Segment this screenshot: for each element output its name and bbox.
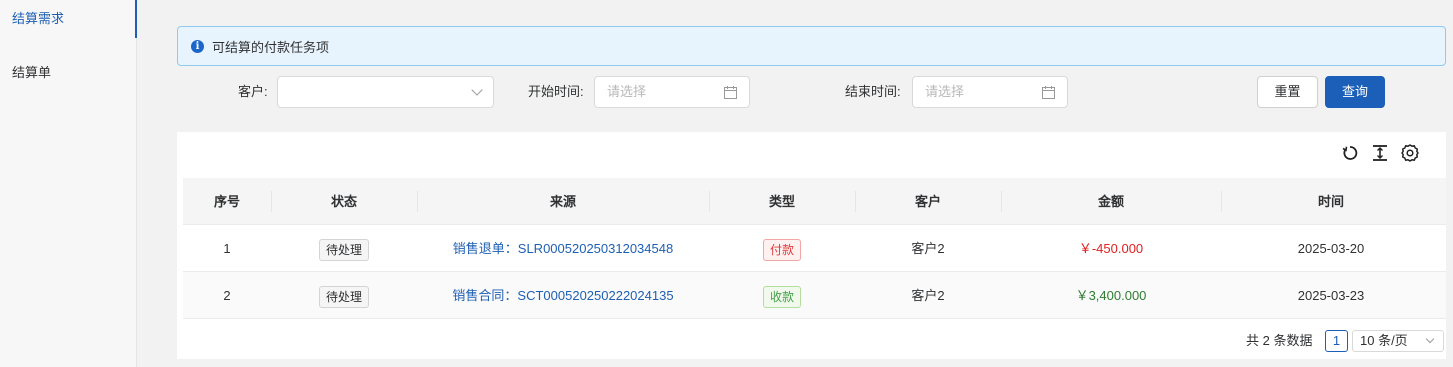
customer-filter-label: 客户: bbox=[238, 84, 268, 99]
reset-button[interactable]: 重置 bbox=[1257, 76, 1318, 108]
row-customer: 客户2 bbox=[911, 288, 945, 303]
info-alert: i 可结算的付款任务项 bbox=[177, 26, 1446, 66]
alert-text: 可结算的付款任务项 bbox=[212, 39, 330, 55]
row-time: 2025-03-20 bbox=[1297, 241, 1365, 256]
type-badge: 付款 bbox=[762, 238, 801, 261]
start-date-placeholder: 请选择 bbox=[607, 84, 647, 99]
header-customer: 客户 bbox=[914, 194, 941, 209]
start-time-label: 开始时间: bbox=[528, 84, 584, 99]
settings-icon[interactable] bbox=[1400, 143, 1420, 163]
sidebar-item-label: 结算单 bbox=[12, 65, 52, 80]
start-date-picker[interactable]: 请选择 bbox=[594, 76, 750, 108]
row-index: 1 bbox=[223, 241, 231, 256]
table-header: 序号 状态 来源 类型 客户 金额 时间 bbox=[183, 178, 1446, 225]
end-date-placeholder: 请选择 bbox=[925, 84, 965, 99]
end-date-picker[interactable]: 请选择 bbox=[912, 76, 1068, 108]
row-customer: 客户2 bbox=[911, 241, 945, 256]
refresh-icon[interactable] bbox=[1340, 143, 1360, 163]
calendar-icon bbox=[724, 86, 737, 99]
end-time-label: 结束时间: bbox=[845, 84, 901, 99]
main-content: i 可结算的付款任务项 客户: 开始时间: 请选择 结束时间: 请选择 重置 查… bbox=[138, 0, 1453, 367]
row-index: 2 bbox=[223, 288, 231, 303]
pagination-total: 共 2 条数据 bbox=[1246, 333, 1313, 348]
calendar-icon bbox=[1042, 86, 1055, 99]
table-row: 1 待处理 销售退单：SLR000520250312034548 付款 客户2 … bbox=[183, 225, 1446, 272]
row-amount: ￥-450.000 bbox=[1078, 241, 1144, 256]
sidebar-item-settlement-bill[interactable]: 结算单 bbox=[0, 54, 137, 92]
page-size-label: 10 条/页 bbox=[1360, 333, 1408, 348]
header-index: 序号 bbox=[213, 194, 240, 209]
status-badge: 待处理 bbox=[318, 285, 369, 308]
column-height-icon[interactable] bbox=[1370, 143, 1390, 163]
sidebar-item-settlement-demand[interactable]: 结算需求 bbox=[0, 0, 137, 38]
header-amount: 金额 bbox=[1097, 194, 1124, 209]
status-badge: 待处理 bbox=[318, 238, 369, 261]
row-time: 2025-03-23 bbox=[1297, 288, 1365, 303]
page-size-select[interactable]: 10 条/页 bbox=[1352, 330, 1444, 352]
sidebar: 结算需求 结算单 bbox=[0, 0, 137, 367]
chevron-down-icon bbox=[471, 84, 483, 96]
source-link[interactable]: 销售合同：SCT000520250222024135 bbox=[452, 288, 673, 303]
query-button[interactable]: 查询 bbox=[1325, 76, 1385, 108]
header-type: 类型 bbox=[768, 194, 795, 209]
table-row: 2 待处理 销售合同：SCT000520250222024135 收款 客户2 … bbox=[183, 272, 1446, 319]
sidebar-item-label: 结算需求 bbox=[12, 11, 65, 26]
customer-select[interactable] bbox=[277, 76, 494, 108]
info-icon: i bbox=[191, 39, 204, 53]
chevron-down-icon bbox=[1425, 334, 1435, 344]
pagination-page-1[interactable]: 1 bbox=[1325, 330, 1348, 352]
row-amount: ￥3,400.000 bbox=[1075, 288, 1147, 303]
type-badge: 收款 bbox=[762, 285, 801, 308]
source-link[interactable]: 销售退单：SLR000520250312034548 bbox=[453, 241, 673, 256]
header-time: 时间 bbox=[1317, 194, 1344, 209]
header-status: 状态 bbox=[330, 194, 357, 209]
header-source: 来源 bbox=[549, 194, 576, 209]
table-panel: 序号 状态 来源 类型 客户 金额 时间 1 待处理 销售退单：SLR00052… bbox=[177, 132, 1446, 359]
